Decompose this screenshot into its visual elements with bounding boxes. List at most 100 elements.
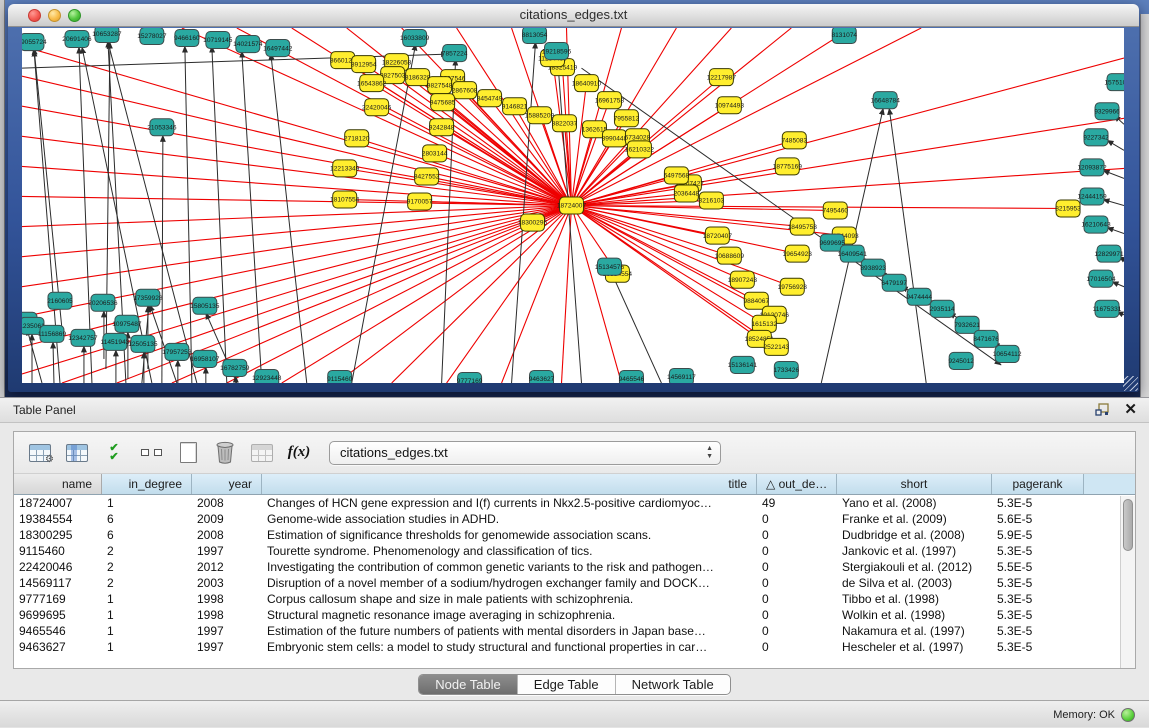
delete-column-icon[interactable] <box>212 441 238 465</box>
column-header-pagerank[interactable]: pagerank <box>992 474 1084 494</box>
graph-node[interactable]: 3216103 <box>699 192 725 209</box>
graph-node[interactable]: 7955812 <box>614 110 640 127</box>
table-row[interactable]: 1830029562008Estimation of significance … <box>14 527 1135 543</box>
float-window-icon[interactable] <box>1095 403 1110 417</box>
scrollbar-thumb[interactable] <box>1123 499 1133 551</box>
new-column-icon[interactable] <box>175 441 201 465</box>
graph-node[interactable]: 7485083 <box>781 132 807 149</box>
graph-node[interactable]: 16409541 <box>838 245 868 262</box>
graph-node[interactable]: 2935114 <box>930 300 955 317</box>
graph-node[interactable]: 16958107 <box>190 350 220 367</box>
graph-node[interactable]: 8454749 <box>477 90 503 107</box>
memory-status-indicator[interactable] <box>1121 708 1135 722</box>
graph-node[interactable]: 19756928 <box>778 278 808 295</box>
graph-node[interactable]: 12444159 <box>1077 188 1107 205</box>
table-rows[interactable]: 1872400712008Changes of HCN gene express… <box>14 495 1135 655</box>
graph-node[interactable]: 19654923 <box>783 245 813 262</box>
graph-node[interactable]: 12342757 <box>68 329 98 346</box>
graph-node[interactable]: 8215953 <box>1055 200 1081 217</box>
row-height-icon[interactable] <box>138 441 164 465</box>
graph-node[interactable]: 9827548 <box>427 77 453 94</box>
graph-node[interactable]: 8813054 <box>522 28 548 44</box>
tab-node-table[interactable]: Node Table <box>419 675 517 694</box>
column-header-year[interactable]: year <box>192 474 262 494</box>
graph-node[interactable]: 7495460 <box>822 202 848 219</box>
column-header-short[interactable]: short <box>837 474 992 494</box>
graph-node[interactable]: 9777169 <box>457 372 483 383</box>
graph-node[interactable]: 9465546 <box>619 370 645 383</box>
graph-node[interactable]: 10653287 <box>92 28 122 43</box>
graph-node[interactable]: 6479197 <box>881 274 907 291</box>
graph-node[interactable]: 14021574 <box>233 36 263 53</box>
graph-node[interactable]: 18720407 <box>703 227 733 244</box>
graph-node[interactable]: 12829971 <box>1094 245 1124 262</box>
table-row[interactable]: 1456911722003Disruption of a novel membe… <box>14 575 1135 591</box>
graph-node[interactable]: 18107554 <box>330 191 360 208</box>
graph-node[interactable]: 2522143 <box>764 338 790 355</box>
table-header-row[interactable]: namein_degreeyeartitle△ out_de…shortpage… <box>14 474 1135 495</box>
graph-node[interactable]: 8822037 <box>552 115 578 132</box>
graph-node[interactable]: 16497442 <box>263 40 293 57</box>
graph-node[interactable]: 19055724 <box>22 34 47 51</box>
graph-node[interactable]: 16961758 <box>595 92 625 109</box>
graph-node[interactable]: 16543862 <box>357 75 387 92</box>
graph-node[interactable]: 8427552 <box>414 168 440 185</box>
vertical-scrollbar[interactable] <box>1120 496 1135 668</box>
graph-node[interactable]: 10719145 <box>203 32 233 49</box>
graph-node[interactable]: 10975487 <box>112 315 142 332</box>
graph-node[interactable]: 14569117 <box>667 368 696 383</box>
graph-node[interactable]: 9242848 <box>429 119 455 136</box>
graph-node[interactable]: 20691406 <box>62 31 92 48</box>
graph-node[interactable]: 8471676 <box>973 330 999 347</box>
graph-node[interactable]: 11156869 <box>38 325 67 342</box>
table-selector-dropdown[interactable]: citations_edges.txt ▲▼ <box>329 441 721 465</box>
graph-node[interactable]: 15805135 <box>190 297 220 314</box>
graph-node[interactable]: 2867608 <box>452 82 478 99</box>
graph-node[interactable]: 15134576 <box>595 258 625 275</box>
tab-edge-table[interactable]: Edge Table <box>517 675 615 694</box>
graph-node[interactable]: 9146821 <box>502 98 528 115</box>
graph-node[interactable]: 22420046 <box>362 99 392 116</box>
graph-node[interactable]: 17957253 <box>162 343 192 360</box>
column-header-out_de[interactable]: △ out_de… <box>757 474 837 494</box>
column-header-title[interactable]: title <box>262 474 757 494</box>
graph-node[interactable]: 2718120 <box>344 130 370 147</box>
graph-node[interactable]: 18724007 <box>557 197 587 214</box>
graph-node[interactable]: 12923448 <box>252 369 282 383</box>
graph-node[interactable]: 21053346 <box>147 119 177 136</box>
graph-node[interactable]: 9475685 <box>430 94 456 111</box>
function-builder-icon[interactable]: f(x) <box>286 441 312 465</box>
graph-node[interactable]: 16648784 <box>871 92 901 109</box>
graph-node[interactable]: 18775169 <box>773 158 803 175</box>
graph-node[interactable]: 9227342 <box>1083 129 1109 146</box>
minimize-window-button[interactable] <box>48 9 61 22</box>
graph-node[interactable]: 15751074 <box>1104 74 1124 91</box>
graph-node[interactable]: 10654112 <box>993 345 1022 362</box>
graph-node[interactable]: 12217987 <box>707 69 737 86</box>
graph-node[interactable]: 1615132 <box>752 315 778 332</box>
graph-node[interactable]: 12093872 <box>1077 159 1107 176</box>
graph-node[interactable]: 7857224 <box>442 45 468 62</box>
graph-node[interactable]: 17359928 <box>133 289 163 306</box>
graph-node[interactable]: 20206536 <box>88 294 118 311</box>
table-row[interactable]: 2242004622012Investigating the contribut… <box>14 559 1135 575</box>
graph-node[interactable]: 9245012 <box>948 352 974 369</box>
close-window-button[interactable] <box>28 9 41 22</box>
graph-node[interactable]: 11451943 <box>101 333 130 350</box>
graph-node[interactable]: 12505135 <box>128 335 158 352</box>
column-visibility-icon[interactable] <box>64 441 90 465</box>
table-mode-icon[interactable]: ⚙ <box>27 441 53 465</box>
graph-node[interactable]: 6497568 <box>664 167 690 184</box>
graph-node[interactable]: 16033809 <box>400 30 430 47</box>
graph-node[interactable]: 18640910 <box>572 75 602 92</box>
graph-node[interactable]: 2803144 <box>422 145 448 162</box>
table-panel-titlebar[interactable]: Table Panel ✕ <box>0 398 1149 423</box>
graph-node[interactable]: 11675331 <box>1093 300 1122 317</box>
graph-node[interactable]: 9463627 <box>529 370 555 383</box>
graph-node[interactable]: 8912954 <box>351 56 377 73</box>
table-row[interactable]: 946362711997Embryonic stem cells: a mode… <box>14 639 1135 655</box>
graph-node[interactable]: 18907243 <box>728 271 758 288</box>
tab-network-table[interactable]: Network Table <box>615 675 730 694</box>
graph-node[interactable]: 2036448 <box>674 185 700 202</box>
network-nodes[interactable]: 1872400786601238912954182260589827503165… <box>22 28 1124 383</box>
